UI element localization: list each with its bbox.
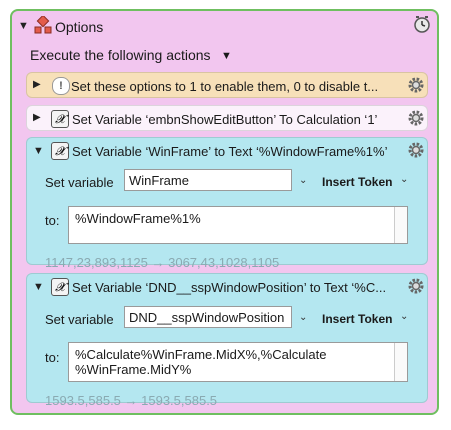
execute-dropdown-icon[interactable]: ▼ [221,50,232,62]
text-value: %WindowFrame%1% [75,211,201,226]
action-comment[interactable]: ▶ ! Set these options to 1 to enable the… [26,72,428,98]
variable-x-icon: 𝓧 [51,278,69,296]
action-title: Set Variable ‘WinFrame’ to Text ‘%Window… [72,144,388,159]
action-title: Set Variable ‘embnShowEditButton’ To Cal… [72,112,378,127]
text-value-line-1: %Calculate%WinFrame.MidX%,%Calculate [75,347,327,362]
set-variable-label: Set variable [45,175,114,190]
action-set-variable-dnd[interactable]: ▼ 𝓧 Set Variable ‘DND__sspWindowPosition… [26,273,428,408]
gear-icon[interactable] [407,109,425,127]
action-set-variable-winframe[interactable]: ▼ 𝓧 Set Variable ‘WinFrame’ to Text ‘%Wi… [26,137,428,270]
text-value-field[interactable]: %WindowFrame%1% [68,206,408,244]
insert-token-button[interactable]: Insert Token [322,175,392,189]
result-text: 1593.5,585.5 → 1593.5,585.5 [45,393,218,408]
options-group: ▼ Options Execute the following actions … [10,9,439,415]
to-label: to: [45,213,60,228]
variable-x-icon: 𝓧 [51,110,69,128]
text-value-field[interactable]: %Calculate%WinFrame.MidX%,%Calculate %Wi… [68,342,408,382]
text-value-line-2: %WinFrame.MidY% [75,362,192,377]
variable-dropdown-icon[interactable]: ⌄ [299,175,307,186]
scrollbar[interactable] [394,343,407,381]
gear-icon[interactable] [407,277,425,295]
variable-name-field[interactable]: WinFrame [124,169,292,191]
to-label: to: [45,350,60,365]
variable-dropdown-icon[interactable]: ⌄ [299,312,307,323]
disclosure-triangle-icon[interactable]: ▼ [18,21,29,32]
expanded-triangle-icon[interactable]: ▼ [33,282,44,293]
action-set-variable-calc[interactable]: ▶ 𝓧 Set Variable ‘embnShowEditButton’ To… [26,105,428,131]
collapsed-triangle-icon[interactable]: ▶ [33,80,41,90]
gear-icon[interactable] [407,141,425,159]
gear-icon[interactable] [407,76,425,94]
variable-name-field[interactable]: DND__sspWindowPosition [124,306,292,328]
execute-label: Execute the following actions [30,47,211,63]
scrollbar[interactable] [394,207,407,243]
variable-x-icon: 𝓧 [51,142,69,160]
clock-icon[interactable] [413,16,431,34]
collapsed-triangle-icon[interactable]: ▶ [33,113,41,123]
expanded-triangle-icon[interactable]: ▼ [33,146,44,157]
set-variable-label: Set variable [45,312,114,327]
insert-token-button[interactable]: Insert Token [322,312,392,326]
insert-token-chevron-icon[interactable]: ⌄ [400,311,408,322]
result-text: 1147,23,893,1125 → 3067,43,1028,1105 [45,255,280,270]
insert-token-chevron-icon[interactable]: ⌄ [400,174,408,185]
action-title: Set Variable ‘DND__sspWindowPosition’ to… [72,280,387,295]
action-title: Set these options to 1 to enable them, 0… [71,79,379,94]
group-icon [34,14,52,34]
exclamation-icon: ! [52,77,70,95]
group-header: ▼ Options [12,11,437,41]
group-title: Options [55,19,104,35]
